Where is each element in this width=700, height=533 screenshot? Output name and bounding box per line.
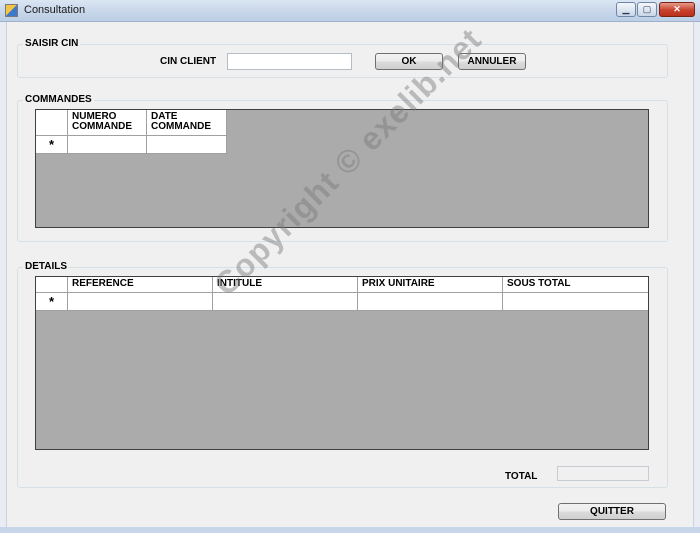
window-bottom-border	[0, 527, 700, 533]
details-col-prix-unitaire[interactable]: PRIX UNITAIRE	[358, 277, 503, 293]
details-new-row-cell[interactable]	[213, 293, 358, 311]
minimize-button[interactable]: ▁	[616, 2, 636, 17]
window-title: Consultation	[24, 4, 86, 16]
commandes-grid-corner	[36, 110, 68, 136]
commandes-col-numero[interactable]: NUMERO COMMANDE	[68, 110, 147, 136]
total-field	[557, 466, 649, 481]
details-new-row-marker[interactable]: *	[36, 293, 68, 311]
title-bar[interactable]: Consultation ▁ ▢ ✕	[0, 0, 700, 22]
close-button[interactable]: ✕	[659, 2, 695, 17]
commandes-new-row-marker[interactable]: *	[36, 136, 68, 154]
commandes-new-row-cell[interactable]	[147, 136, 227, 154]
app-icon	[5, 4, 18, 17]
details-new-row-cell[interactable]	[358, 293, 503, 311]
commandes-group-label: COMMANDES	[23, 94, 94, 105]
cin-client-label: CIN CLIENT	[160, 56, 217, 67]
commandes-new-row-cell[interactable]	[68, 136, 147, 154]
maximize-button[interactable]: ▢	[637, 2, 657, 17]
details-group-label: DETAILS	[23, 261, 70, 272]
saisir-cin-group-label: SAISIR CIN	[23, 38, 81, 49]
quitter-button[interactable]: QUITTER	[558, 503, 666, 520]
details-new-row-cell[interactable]	[68, 293, 213, 311]
details-grid[interactable]: REFERENCE INTITULE PRIX UNITAIRE SOUS TO…	[35, 276, 649, 450]
details-col-reference[interactable]: REFERENCE	[68, 277, 213, 293]
form-client-area: SAISIR CIN CIN CLIENT OK ANNULER COMMAND…	[6, 21, 694, 527]
cin-client-input[interactable]	[227, 53, 352, 70]
total-label: TOTAL	[505, 471, 538, 482]
commandes-grid[interactable]: NUMERO COMMANDE DATE COMMANDE *	[35, 109, 649, 228]
details-col-sous-total[interactable]: SOUS TOTAL	[503, 277, 648, 293]
ok-button[interactable]: OK	[375, 53, 443, 70]
commandes-col-date[interactable]: DATE COMMANDE	[147, 110, 227, 136]
details-new-row-cell[interactable]	[503, 293, 648, 311]
details-grid-corner	[36, 277, 68, 293]
annuler-button[interactable]: ANNULER	[458, 53, 526, 70]
details-col-intitule[interactable]: INTITULE	[213, 277, 358, 293]
